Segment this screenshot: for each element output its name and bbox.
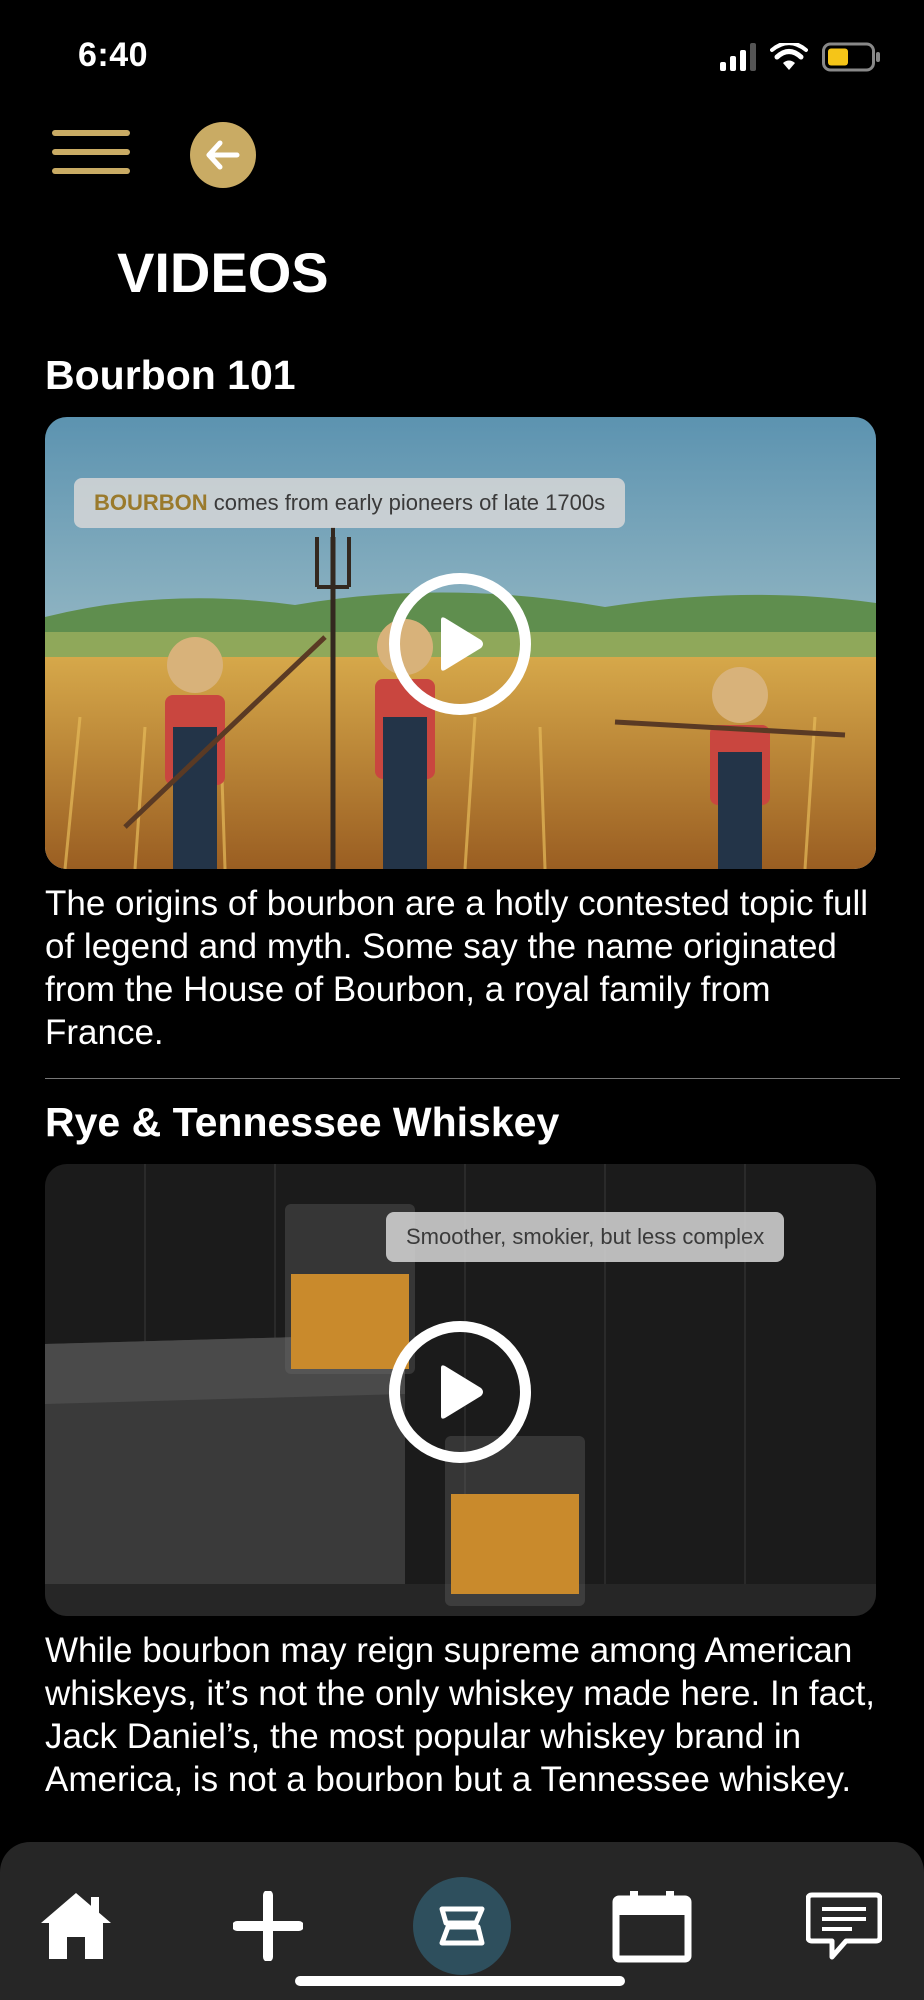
play-button[interactable]: [389, 1321, 531, 1463]
video-thumbnail-rye-tennessee[interactable]: Smoother, smokier, but less complex: [45, 1164, 876, 1616]
play-icon: [441, 1365, 483, 1419]
arrow-left-icon: [206, 140, 240, 170]
chat-icon: [806, 1892, 882, 1960]
plus-icon: [233, 1891, 303, 1961]
tab-videos[interactable]: [412, 1876, 512, 1976]
home-indicator: [295, 1976, 625, 1986]
video-description: The origins of bourbon are a hotly conte…: [45, 884, 868, 1052]
status-icons: [720, 42, 880, 72]
menu-button[interactable]: [52, 130, 130, 178]
tab-home[interactable]: [26, 1876, 126, 1976]
divider: [45, 1078, 900, 1079]
calendar-icon: [612, 1891, 692, 1963]
logo-icon: [439, 1906, 485, 1946]
video-title: Bourbon 101: [45, 352, 296, 398]
back-button[interactable]: [190, 122, 256, 188]
play-icon: [441, 617, 483, 671]
hamburger-icon: [52, 130, 130, 136]
video-thumbnail-bourbon-101[interactable]: BOURBON comes from early pioneers of lat…: [45, 417, 876, 869]
home-icon: [41, 1893, 111, 1959]
tab-add[interactable]: [218, 1876, 318, 1976]
play-button[interactable]: [389, 573, 531, 715]
video-caption: Smoother, smokier, but less complex: [386, 1212, 785, 1262]
video-caption: BOURBON comes from early pioneers of lat…: [74, 478, 626, 528]
battery-icon: [822, 42, 880, 72]
tab-messages[interactable]: [794, 1876, 894, 1976]
signal-icon: [720, 43, 756, 71]
page-title: VIDEOS: [117, 241, 329, 304]
video-description: While bourbon may reign supreme among Am…: [45, 1631, 876, 1799]
tab-calendar[interactable]: [602, 1876, 702, 1976]
status-time: 6:40: [78, 36, 149, 74]
wifi-icon: [770, 43, 808, 70]
video-title: Rye & Tennessee Whiskey: [45, 1099, 560, 1145]
